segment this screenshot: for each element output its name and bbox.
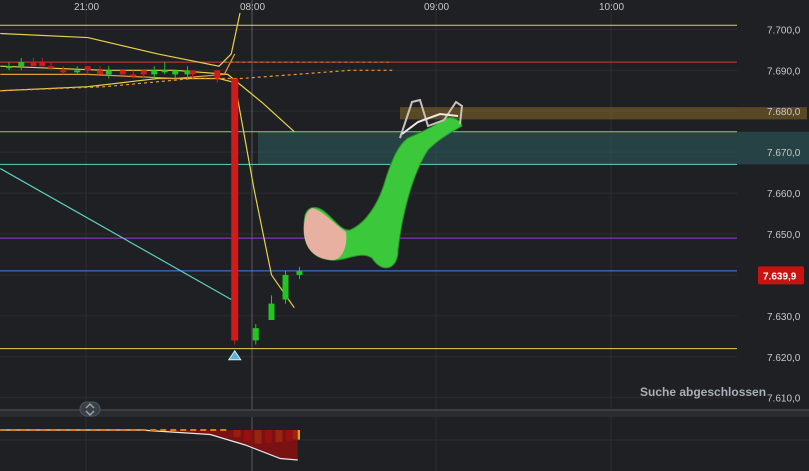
candle-body: [189, 70, 196, 75]
y-tick-label: 7.700,0: [767, 25, 801, 36]
candle-body: [130, 74, 137, 77]
candle-body: [214, 70, 221, 79]
y-tick-label: 7.650,0: [767, 230, 801, 241]
candle-body: [161, 70, 168, 73]
price-zone: [258, 131, 809, 165]
candle-body: [84, 66, 91, 71]
candle-body: [282, 274, 289, 300]
candle-body: [60, 70, 67, 73]
candle-body: [30, 62, 37, 67]
status-text: Suche abgeschlossen: [640, 385, 766, 399]
candle-body: [296, 270, 303, 275]
price-badge: 7.639,9: [758, 266, 804, 285]
candle-body: [252, 328, 259, 341]
candle-body: [105, 70, 112, 75]
y-tick-label: 7.660,0: [767, 189, 801, 200]
x-tick-label: 21:00: [74, 2, 99, 13]
candle-body: [172, 70, 179, 75]
y-tick-label: 7.670,0: [767, 148, 801, 159]
pane-separator-band: [0, 411, 809, 417]
candle-body: [39, 62, 46, 67]
candle-body: [6, 66, 12, 69]
y-tick-label: 7.620,0: [767, 353, 801, 364]
candle-body: [18, 62, 25, 67]
last-price-label: 7.639,9: [763, 271, 797, 282]
candle-body: [231, 78, 239, 341]
pane-scroll-handle[interactable]: [79, 401, 101, 417]
candle-body: [48, 66, 54, 69]
candle-body: [151, 70, 158, 75]
x-tick-label: 08:00: [240, 2, 265, 13]
x-tick-label: 10:00: [599, 2, 624, 13]
x-tick-label: 09:00: [424, 2, 449, 13]
candle-body: [140, 70, 147, 75]
y-tick-label: 7.630,0: [767, 312, 801, 323]
candle-body: [119, 70, 126, 75]
candle-body: [97, 70, 103, 75]
candle-body: [74, 70, 81, 73]
y-tick-label: 7.690,0: [767, 66, 801, 77]
chart-root: 7.700,0 7.690,0 7.680,0 7.670,0 7.660,0 7.650…: [0, 0, 809, 471]
candle-body: [268, 303, 275, 320]
y-tick-label: 7.610,0: [767, 394, 801, 405]
candle-body: [184, 70, 191, 75]
y-tick-label: 7.680,0: [767, 107, 801, 118]
